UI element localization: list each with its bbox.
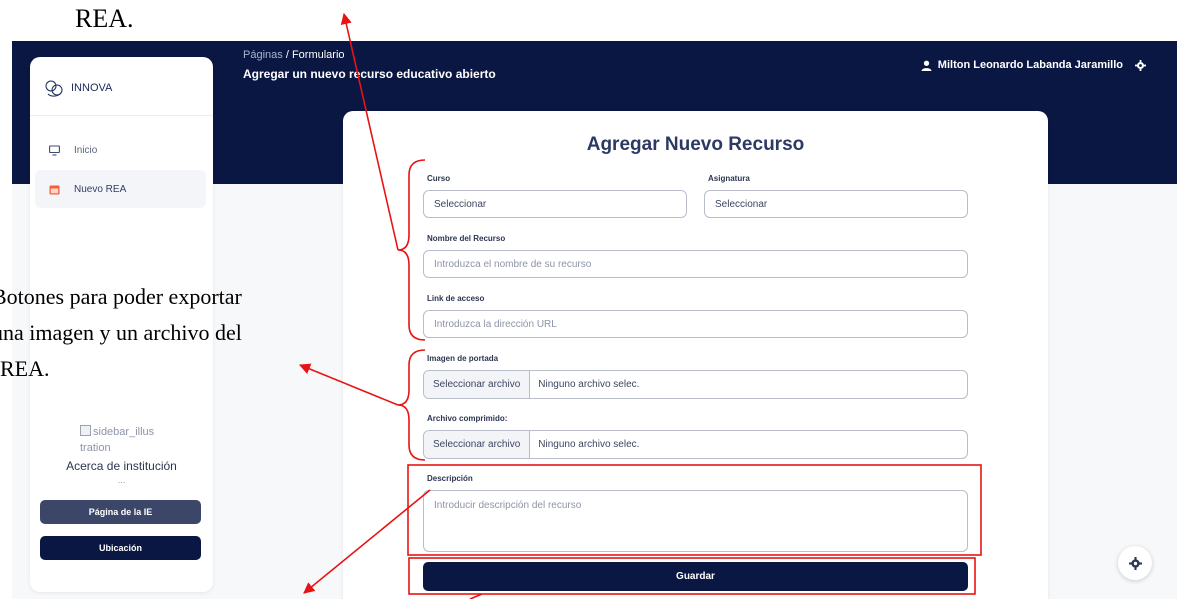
save-button[interactable]: Guardar: [423, 562, 968, 591]
monitor-icon: [49, 144, 60, 156]
portada-file-input[interactable]: Seleccionar archivo Ninguno archivo sele…: [423, 370, 968, 399]
broken-image-icon: [80, 425, 91, 436]
comprimido-file-input[interactable]: Seleccionar archivo Ninguno archivo sele…: [423, 430, 968, 459]
caption-side-text: Botones para poder exportar una imagen y…: [0, 279, 242, 387]
page-title: Agregar un nuevo recurso educativo abier…: [243, 67, 496, 81]
innova-logo-icon: [45, 80, 63, 97]
about-title: Acerca de institución: [66, 459, 177, 473]
portada-file-name: Ninguno archivo selec.: [538, 379, 640, 390]
user-icon: [921, 60, 932, 71]
comprimido-file-name: Ninguno archivo selec.: [538, 439, 640, 450]
nombre-label: Nombre del Recurso: [427, 234, 506, 243]
illustration-alt-1: sidebar_illus: [93, 426, 155, 438]
sidebar-item-label: Inicio: [74, 144, 98, 156]
asignatura-select[interactable]: Seleccionar: [704, 190, 968, 218]
settings-fab[interactable]: [1118, 546, 1152, 580]
document-canvas: REA. Páginas / Formulario Agregar un nue…: [0, 0, 1177, 599]
caption-side-line: REA.: [0, 356, 50, 381]
location-button[interactable]: Ubicación: [40, 536, 201, 560]
caption-top-text: REA.: [75, 4, 134, 33]
ie-page-button[interactable]: Página de la IE: [40, 500, 201, 524]
portada-label: Imagen de portada: [427, 354, 499, 363]
sidebar-illustration: sidebar_illus tration: [80, 424, 180, 456]
illustration-alt-2: tration: [80, 442, 111, 454]
caption-side-line: Botones para poder exportar: [0, 284, 242, 309]
caption-side-line: una imagen y un archivo del: [0, 320, 242, 345]
brand[interactable]: INNOVA: [43, 77, 112, 99]
gear-icon: [1128, 556, 1142, 570]
descripcion-label: Descripción: [427, 474, 473, 483]
sidebar-item-label: Nuevo REA: [74, 183, 127, 195]
nombre-input[interactable]: Introduzca el nombre de su recurso: [423, 250, 968, 278]
user-menu[interactable]: Milton Leonardo Labanda Jaramillo: [921, 59, 1146, 71]
comprimido-choose-button[interactable]: Seleccionar archivo: [424, 431, 531, 458]
portada-choose-button[interactable]: Seleccionar archivo: [424, 371, 531, 398]
breadcrumb: Páginas / Formulario: [243, 49, 345, 61]
brand-name: INNOVA: [71, 82, 113, 94]
descripcion-textarea[interactable]: Introducir descripción del recurso: [423, 490, 968, 552]
breadcrumb-current: Formulario: [291, 49, 345, 61]
sidebar-item-nuevo-rea[interactable]: Nuevo REA: [35, 170, 206, 208]
user-name[interactable]: Milton Leonardo Labanda Jaramillo: [938, 59, 1123, 71]
form-title: Agregar Nuevo Recurso: [586, 134, 805, 155]
sidebar-divider: [30, 115, 213, 116]
sidebar-item-inicio[interactable]: Inicio: [35, 131, 206, 169]
gear-icon[interactable]: [1135, 59, 1146, 71]
breadcrumb-separator: /: [285, 49, 289, 61]
link-input[interactable]: Introduzca la dirección URL: [423, 310, 968, 338]
link-label: Link de acceso: [427, 294, 485, 303]
breadcrumb-parent[interactable]: Páginas: [243, 49, 283, 61]
about-dots: ...: [117, 475, 126, 485]
comprimido-label: Archivo comprimido:: [427, 414, 508, 423]
curso-select[interactable]: Seleccionar: [423, 190, 687, 218]
form-card: Agregar Nuevo Recurso Curso Seleccionar …: [343, 111, 1048, 599]
asignatura-label: Asignatura: [708, 174, 750, 183]
calendar-icon: [49, 185, 60, 194]
curso-label: Curso: [427, 174, 451, 183]
